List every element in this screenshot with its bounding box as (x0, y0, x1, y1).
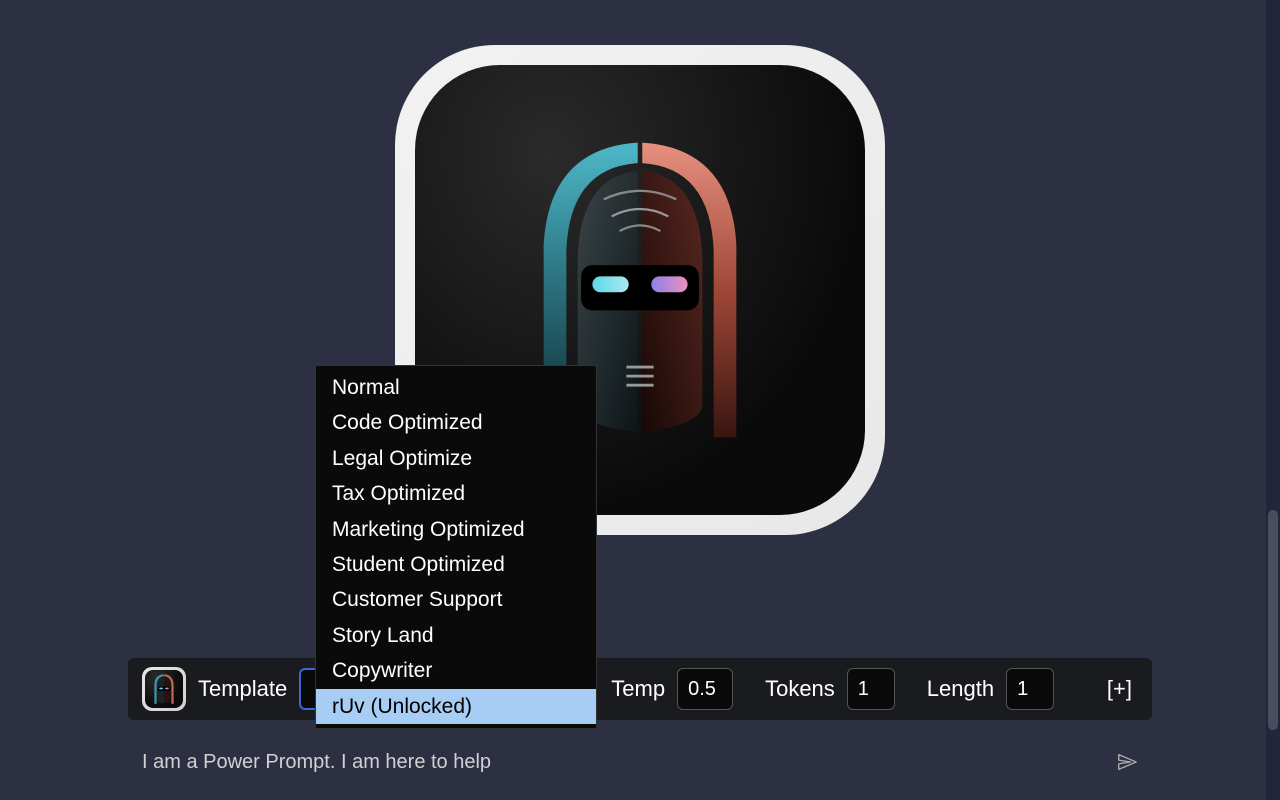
dropdown-option-legal[interactable]: Legal Optimize (316, 441, 596, 476)
tokens-input[interactable] (847, 668, 895, 710)
robot-mask-icon (147, 672, 181, 706)
prompt-input[interactable] (142, 751, 1038, 774)
dropdown-option-copywriter[interactable]: Copywriter (316, 653, 596, 688)
temp-input[interactable] (677, 668, 733, 710)
temp-label: Temp (611, 676, 665, 702)
tokens-label: Tokens (765, 676, 835, 702)
dropdown-option-support[interactable]: Customer Support (316, 582, 596, 617)
template-dropdown-menu[interactable]: Normal Code Optimized Legal Optimize Tax… (315, 365, 597, 729)
length-input[interactable] (1006, 668, 1054, 710)
dropdown-option-ruv[interactable]: rUv (Unlocked) (316, 689, 596, 724)
template-label: Template (198, 676, 287, 702)
dropdown-option-story[interactable]: Story Land (316, 618, 596, 653)
dropdown-option-normal[interactable]: Normal (316, 370, 596, 405)
dropdown-option-student[interactable]: Student Optimized (316, 547, 596, 582)
dropdown-option-code[interactable]: Code Optimized (316, 405, 596, 440)
toolbar: Template Normal Temp Tokens Length [+] (128, 658, 1152, 720)
app-logo-small[interactable] (142, 667, 186, 711)
send-icon[interactable] (1116, 751, 1138, 773)
length-label: Length (927, 676, 994, 702)
dropdown-option-tax[interactable]: Tax Optimized (316, 476, 596, 511)
add-button[interactable]: [+] (1101, 676, 1138, 702)
scrollbar-thumb[interactable] (1268, 510, 1278, 730)
scrollbar[interactable] (1266, 0, 1280, 800)
prompt-bar (128, 740, 1152, 784)
dropdown-option-marketing[interactable]: Marketing Optimized (316, 512, 596, 547)
